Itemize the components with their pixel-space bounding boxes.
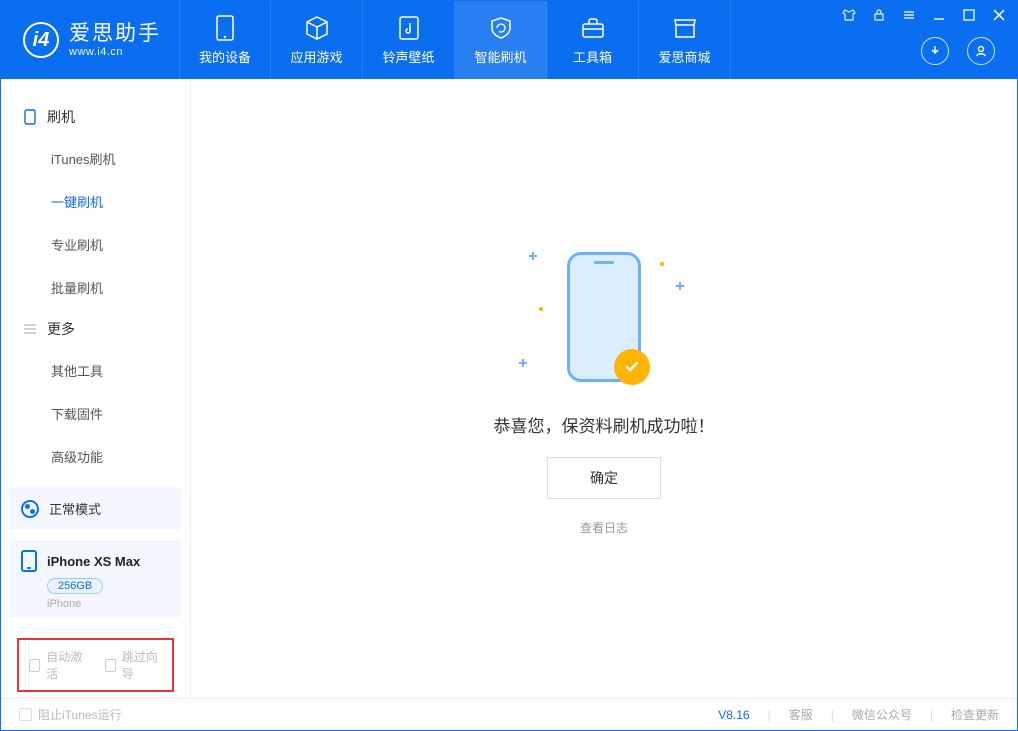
sparkle-icon (676, 282, 684, 290)
sidebar-item-itunes-flash[interactable]: iTunes刷机 (1, 137, 190, 180)
view-log-link[interactable]: 查看日志 (580, 519, 628, 536)
checkbox-icon (105, 659, 116, 672)
dot-icon (539, 307, 543, 311)
nav-tab-toolbox[interactable]: 工具箱 (547, 1, 639, 79)
success-illustration (524, 242, 684, 392)
sidebar-item-download-firmware[interactable]: 下载固件 (1, 392, 190, 435)
checkmark-badge-icon (614, 349, 650, 385)
checkbox-auto-activate[interactable]: 自动激活 (29, 648, 87, 682)
success-message: 恭喜您，保资料刷机成功啦！ (494, 412, 715, 437)
sparkle-icon (519, 359, 527, 367)
sidebar: 刷机 iTunes刷机 一键刷机 专业刷机 批量刷机 更多 其他工具 下载固件 … (1, 79, 191, 698)
music-doc-icon (396, 15, 422, 41)
hamburger-icon (23, 322, 37, 336)
nav-label: 我的设备 (199, 47, 251, 66)
checkbox-label: 阻止iTunes运行 (38, 706, 122, 723)
nav-tabs: 我的设备 应用游戏 铃声壁纸 智能刷机 工具箱 爱思商城 (179, 1, 731, 79)
titlebar-right-icons (921, 37, 995, 65)
sidebar-item-batch-flash[interactable]: 批量刷机 (1, 266, 190, 309)
nav-tab-store[interactable]: 爱思商城 (639, 1, 731, 79)
nav-tab-my-device[interactable]: 我的设备 (179, 1, 271, 79)
app-logo-block: i4 爱思助手 www.i4.cn (1, 1, 179, 79)
toolbox-icon (580, 15, 606, 41)
nav-label: 铃声壁纸 (382, 47, 434, 66)
refresh-shield-icon (488, 15, 514, 41)
nav-tab-flash[interactable]: 智能刷机 (455, 1, 547, 79)
app-title: 爱思助手 (69, 22, 161, 45)
phone-icon (212, 15, 238, 41)
mode-label: 正常模式 (49, 499, 101, 518)
shirt-icon[interactable] (841, 7, 857, 23)
maximize-icon[interactable] (961, 7, 977, 23)
ok-button[interactable]: 确定 (547, 457, 661, 499)
main-area: 刷机 iTunes刷机 一键刷机 专业刷机 批量刷机 更多 其他工具 下载固件 … (1, 79, 1017, 698)
device-name: iPhone XS Max (47, 554, 140, 569)
sidebar-group-flash[interactable]: 刷机 (1, 97, 190, 137)
checkbox-icon (19, 708, 32, 721)
nav-label: 爱思商城 (658, 47, 710, 66)
nav-tab-ringtones[interactable]: 铃声壁纸 (363, 1, 455, 79)
footer: 阻止iTunes运行 V8.16 | 客服 | 微信公众号 | 检查更新 (1, 698, 1017, 730)
checkbox-block-itunes[interactable]: 阻止iTunes运行 (19, 706, 122, 723)
highlighted-checks: 自动激活 跳过向导 (17, 638, 174, 692)
separator: | (831, 708, 834, 722)
footer-link-wechat[interactable]: 微信公众号 (852, 706, 912, 723)
nav-label: 应用游戏 (290, 47, 342, 66)
checkbox-icon (29, 659, 40, 672)
checkbox-label: 自动激活 (46, 648, 86, 682)
phone-illustration-icon (567, 252, 641, 382)
window-controls (841, 7, 1007, 23)
separator: | (930, 708, 933, 722)
device-capacity: 256GB (47, 578, 103, 594)
menu-icon[interactable] (901, 7, 917, 23)
device-icon (21, 550, 37, 572)
version-label: V8.16 (718, 708, 749, 722)
footer-link-update[interactable]: 检查更新 (951, 706, 999, 723)
sparkle-icon (529, 252, 537, 260)
close-icon[interactable] (991, 7, 1007, 23)
device-card[interactable]: iPhone XS Max 256GB iPhone (9, 540, 182, 618)
device-type: iPhone (47, 598, 170, 610)
app-subtitle: www.i4.cn (69, 46, 161, 58)
nav-label: 智能刷机 (474, 47, 526, 66)
sidebar-item-other-tools[interactable]: 其他工具 (1, 349, 190, 392)
checkbox-label: 跳过向导 (122, 648, 162, 682)
mode-card[interactable]: 正常模式 (9, 487, 182, 530)
sidebar-group-more[interactable]: 更多 (1, 309, 190, 349)
cube-icon (304, 15, 330, 41)
app-logo-icon: i4 (23, 22, 59, 58)
sidebar-item-pro-flash[interactable]: 专业刷机 (1, 223, 190, 266)
download-icon[interactable] (921, 37, 949, 65)
footer-link-support[interactable]: 客服 (789, 706, 813, 723)
dot-icon (660, 262, 664, 266)
sidebar-group-title: 更多 (47, 319, 75, 339)
store-icon (672, 15, 698, 41)
nav-tab-apps[interactable]: 应用游戏 (271, 1, 363, 79)
sidebar-item-advanced[interactable]: 高级功能 (1, 435, 190, 478)
titlebar: i4 爱思助手 www.i4.cn 我的设备 应用游戏 铃声壁纸 智能刷机 工具… (1, 1, 1017, 79)
mode-icon (21, 500, 39, 518)
device-small-icon (23, 110, 37, 124)
nav-label: 工具箱 (573, 47, 612, 66)
separator: | (768, 708, 771, 722)
user-icon[interactable] (967, 37, 995, 65)
sidebar-group-title: 刷机 (47, 107, 75, 127)
content-area: 恭喜您，保资料刷机成功啦！ 确定 查看日志 (191, 79, 1017, 698)
sidebar-item-oneclick-flash[interactable]: 一键刷机 (1, 180, 190, 223)
minimize-icon[interactable] (931, 7, 947, 23)
checkbox-skip-guide[interactable]: 跳过向导 (105, 648, 163, 682)
lock-icon[interactable] (871, 7, 887, 23)
